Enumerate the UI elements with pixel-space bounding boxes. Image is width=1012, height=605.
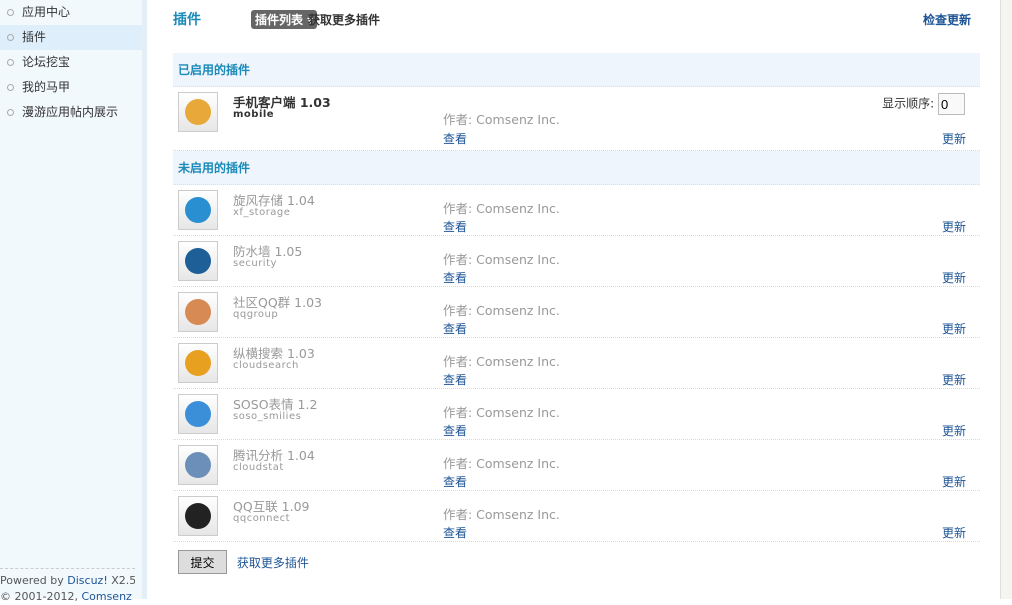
view-link[interactable]: 查看 <box>443 371 467 388</box>
plugin-row: QQ互联 1.09 qqconnect 作者: Comsenz Inc. 查看 … <box>173 491 980 542</box>
plugin-author: 作者: Comsenz Inc. <box>443 252 560 267</box>
view-link[interactable]: 查看 <box>443 130 467 147</box>
page-header: 插件 插件列表 ▾ 获取更多插件 检查更新 <box>173 0 980 38</box>
display-order: 显示顺序: <box>882 93 965 115</box>
update-link[interactable]: 更新 <box>942 130 966 147</box>
get-more-plugins-footer-link[interactable]: 获取更多插件 <box>237 556 309 570</box>
plugin-icon <box>178 445 218 485</box>
enabled-section-heading: 已启用的插件 <box>173 53 980 87</box>
sidebar-item[interactable]: 漫游应用帖内展示 <box>0 100 142 125</box>
display-order-label: 显示顺序: <box>882 96 935 111</box>
plugin-row: 防水墙 1.05 security 作者: Comsenz Inc. 查看 更新 <box>173 236 980 287</box>
sidebar-item-label: 应用中心 <box>22 5 71 19</box>
plugin-row: 腾讯分析 1.04 cloudstat 作者: Comsenz Inc. 查看 … <box>173 440 980 491</box>
sidebar-item-label: 漫游应用帖内展示 <box>22 105 119 119</box>
get-more-plugins-link[interactable]: 获取更多插件 <box>308 11 380 28</box>
view-link[interactable]: 查看 <box>443 422 467 439</box>
main-content: 插件 插件列表 ▾ 获取更多插件 检查更新 已启用的插件 手机客户端 1.03 … <box>173 0 980 574</box>
bullet-icon <box>7 84 14 91</box>
plugin-author: 作者: Comsenz Inc. <box>443 405 560 420</box>
plugin-author: 作者: Comsenz Inc. <box>443 112 560 127</box>
view-link[interactable]: 查看 <box>443 269 467 286</box>
plugin-icon <box>178 190 218 230</box>
update-link[interactable]: 更新 <box>942 218 966 235</box>
plugin-identifier: cloudstat <box>233 462 284 473</box>
page-title: 插件 <box>173 12 201 28</box>
plugin-author: 作者: Comsenz Inc. <box>443 303 560 318</box>
view-link[interactable]: 查看 <box>443 218 467 235</box>
sidebar: 应用中心插件论坛挖宝我的马甲漫游应用帖内展示 Powered by Discuz… <box>0 0 147 603</box>
plugin-identifier: soso_smilies <box>233 411 302 422</box>
bullet-icon <box>7 109 14 116</box>
plugin-identifier: mobile <box>233 109 275 120</box>
plugin-row: 纵横搜索 1.03 cloudsearch 作者: Comsenz Inc. 查… <box>173 338 980 389</box>
sidebar-item[interactable]: 插件 <box>0 25 142 50</box>
plugin-author: 作者: Comsenz Inc. <box>443 456 560 471</box>
sidebar-item[interactable]: 应用中心 <box>0 0 142 25</box>
plugin-icon <box>178 92 218 132</box>
plugin-icon <box>178 496 218 536</box>
plugin-icon <box>178 394 218 434</box>
plugin-identifier: cloudsearch <box>233 360 299 371</box>
plugin-identifier: security <box>233 258 277 269</box>
update-link[interactable]: 更新 <box>942 320 966 337</box>
plugin-icon <box>178 292 218 332</box>
display-order-input[interactable] <box>938 93 965 115</box>
plugin-identifier: xf_storage <box>233 207 291 218</box>
view-link[interactable]: 查看 <box>443 473 467 490</box>
plugin-icon <box>178 241 218 281</box>
plugin-author: 作者: Comsenz Inc. <box>443 507 560 522</box>
plugin-identifier: qqgroup <box>233 309 279 320</box>
bullet-icon <box>7 9 14 16</box>
plugin-icon <box>178 343 218 383</box>
form-footer: 提交 获取更多插件 <box>173 550 980 574</box>
scrollbar[interactable] <box>1000 0 1012 599</box>
plugin-author: 作者: Comsenz Inc. <box>443 201 560 216</box>
update-link[interactable]: 更新 <box>942 269 966 286</box>
sidebar-item[interactable]: 我的马甲 <box>0 75 142 100</box>
sidebar-item[interactable]: 论坛挖宝 <box>0 50 142 75</box>
discuz-link[interactable]: Discuz! <box>67 574 107 587</box>
plugin-identifier: qqconnect <box>233 513 291 524</box>
plugin-row: 旋风存储 1.04 xf_storage 作者: Comsenz Inc. 查看… <box>173 185 980 236</box>
submit-button[interactable]: 提交 <box>178 550 227 574</box>
plugin-row: 手机客户端 1.03 mobile 作者: Comsenz Inc. 查看 更新… <box>173 87 980 151</box>
update-link[interactable]: 更新 <box>942 473 966 490</box>
comsenz-link[interactable]: Comsenz Inc. <box>81 590 135 603</box>
check-updates-link[interactable]: 检查更新 <box>923 11 971 28</box>
view-link[interactable]: 查看 <box>443 320 467 337</box>
bullet-icon <box>7 34 14 41</box>
update-link[interactable]: 更新 <box>942 422 966 439</box>
bullet-icon <box>7 59 14 66</box>
sidebar-item-label: 论坛挖宝 <box>22 55 71 69</box>
version-text: X2.5 <box>107 574 135 587</box>
plugin-author: 作者: Comsenz Inc. <box>443 354 560 369</box>
sidebar-item-label: 我的马甲 <box>22 80 71 94</box>
update-link[interactable]: 更新 <box>942 371 966 388</box>
copyright-text: © 2001-2012, <box>0 590 82 603</box>
disabled-section-heading: 未启用的插件 <box>173 151 980 185</box>
sidebar-item-label: 插件 <box>22 30 47 44</box>
update-link[interactable]: 更新 <box>942 524 966 541</box>
powered-by-text: Powered by <box>0 574 68 587</box>
plugin-row: SOSO表情 1.2 soso_smilies 作者: Comsenz Inc.… <box>173 389 980 440</box>
plugin-row: 社区QQ群 1.03 qqgroup 作者: Comsenz Inc. 查看 更… <box>173 287 980 338</box>
sidebar-footer: Powered by Discuz! X2.5 © 2001-2012, Com… <box>0 568 135 605</box>
view-link[interactable]: 查看 <box>443 524 467 541</box>
